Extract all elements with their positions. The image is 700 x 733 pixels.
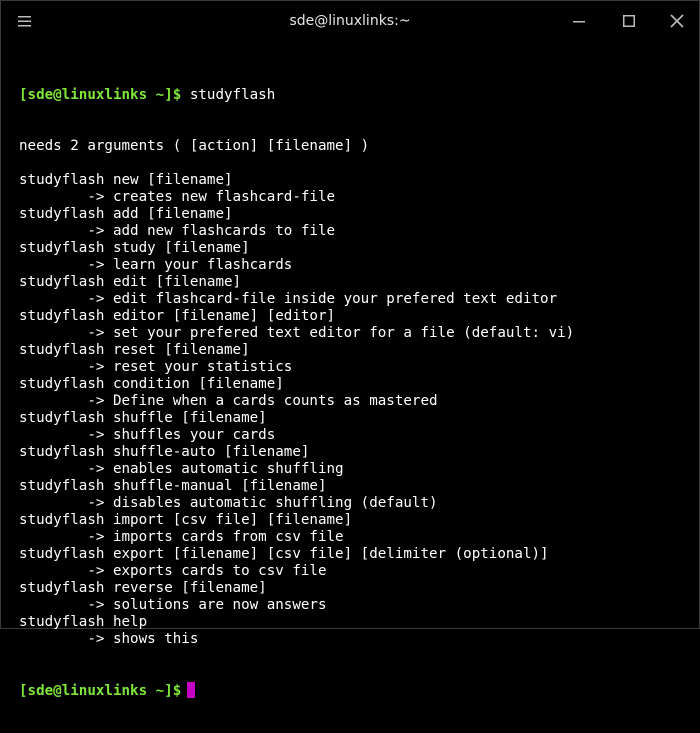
output-line: studyflash shuffle [filename] bbox=[19, 410, 267, 426]
output-line: studyflash reverse [filename] bbox=[19, 580, 267, 596]
current-command-line: [sde@linuxlinks ~]$ bbox=[19, 682, 691, 699]
output-line: -> Define when a cards counts as mastere… bbox=[19, 393, 438, 409]
output-line: studyflash edit [filename] bbox=[19, 274, 242, 290]
output-line: studyflash study [filename] bbox=[19, 240, 250, 256]
output-line: studyflash reset [filename] bbox=[19, 342, 250, 358]
output-line: -> disables automatic shuffling (default… bbox=[19, 495, 438, 511]
output-line: -> edit flashcard-file inside your prefe… bbox=[19, 291, 558, 307]
output-line: studyflash import [csv file] [filename] bbox=[19, 512, 353, 528]
output-line: -> reset your statistics bbox=[19, 359, 293, 375]
output-line: -> creates new flashcard-file bbox=[19, 189, 336, 205]
text-cursor bbox=[187, 682, 196, 698]
output-line: -> imports cards from csv file bbox=[19, 529, 344, 545]
output-line: -> exports cards to csv file bbox=[19, 563, 327, 579]
output-line: studyflash editor [filename] [editor] bbox=[19, 308, 336, 324]
output-line: studyflash add [filename] bbox=[19, 206, 233, 222]
shell-prompt-current: [sde@linuxlinks ~]$ bbox=[19, 683, 182, 699]
output-line: studyflash shuffle-auto [filename] bbox=[19, 444, 310, 460]
shell-prompt: [sde@linuxlinks ~]$ bbox=[19, 87, 182, 103]
output-line: needs 2 arguments ( [action] [filename] … bbox=[19, 138, 370, 154]
output-line: -> solutions are now answers bbox=[19, 597, 327, 613]
output-line: -> shows this bbox=[19, 631, 199, 647]
close-icon[interactable] bbox=[665, 9, 689, 33]
output-line: studyflash condition [filename] bbox=[19, 376, 284, 392]
terminal-window: sde@linuxlinks:~ [sde@linuxlinks ~]$ stu… bbox=[0, 0, 700, 699]
output-line: -> shuffles your cards bbox=[19, 427, 276, 443]
output-line: -> set your prefered text editor for a f… bbox=[19, 325, 575, 341]
output-block: needs 2 arguments ( [action] [filename] … bbox=[19, 138, 691, 648]
output-line: studyflash new [filename] bbox=[19, 172, 233, 188]
entered-command: studyflash bbox=[189, 87, 276, 103]
command-line: [sde@linuxlinks ~]$ studyflash bbox=[19, 87, 691, 104]
output-line: -> add new flashcards to file bbox=[19, 223, 336, 239]
output-line: -> learn your flashcards bbox=[19, 257, 293, 273]
minimize-icon[interactable] bbox=[567, 9, 591, 33]
title-bar: sde@linuxlinks:~ bbox=[1, 1, 699, 41]
terminal-output[interactable]: [sde@linuxlinks ~]$ studyflash needs 2 a… bbox=[19, 53, 691, 699]
window-title: sde@linuxlinks:~ bbox=[289, 13, 411, 29]
output-line: studyflash export [filename] [csv file] … bbox=[19, 546, 549, 562]
output-line: -> enables automatic shuffling bbox=[19, 461, 344, 477]
output-line: studyflash help bbox=[19, 614, 148, 630]
maximize-icon[interactable] bbox=[617, 9, 641, 33]
output-line: studyflash shuffle-manual [filename] bbox=[19, 478, 327, 494]
